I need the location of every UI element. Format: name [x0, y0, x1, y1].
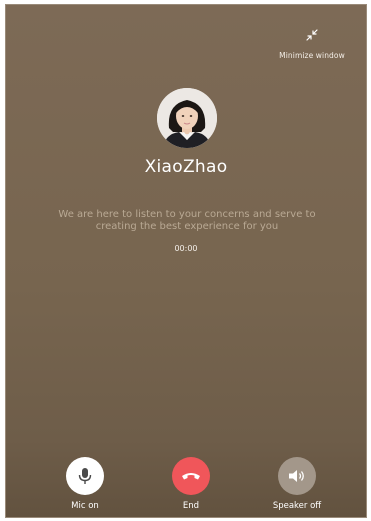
speaker-button-circle[interactable] [278, 457, 316, 495]
call-message: We are here to listen to your concerns a… [14, 209, 360, 233]
speaker-label: Speaker off [272, 501, 322, 511]
minimize-arrows-icon [306, 29, 318, 41]
call-screen: Minimize window XiaoZhao We are here to … [5, 4, 367, 518]
contact-photo [157, 88, 217, 148]
end-label: End [182, 501, 200, 511]
contact-name: XiaoZhao [144, 157, 228, 177]
mic-button-circle[interactable] [66, 457, 104, 495]
call-timer: 00:00 [174, 244, 198, 253]
speaker-toggle-button[interactable]: Speaker off [257, 457, 337, 511]
call-message-line-2: creating the best experience for you [95, 221, 279, 232]
hang-up-phone-icon [182, 473, 200, 480]
call-message-line-1: We are here to listen to your concerns a… [58, 209, 316, 220]
mic-toggle-button[interactable]: Mic on [45, 457, 125, 511]
end-call-button[interactable]: End [151, 457, 231, 511]
minimize-window-button[interactable]: Minimize window [262, 29, 362, 62]
mic-label: Mic on [71, 501, 99, 511]
end-button-circle[interactable] [172, 457, 210, 495]
minimize-window-label: Minimize window [279, 51, 345, 60]
avatar [157, 88, 217, 148]
microphone-icon [78, 468, 92, 484]
speaker-icon [289, 470, 304, 482]
